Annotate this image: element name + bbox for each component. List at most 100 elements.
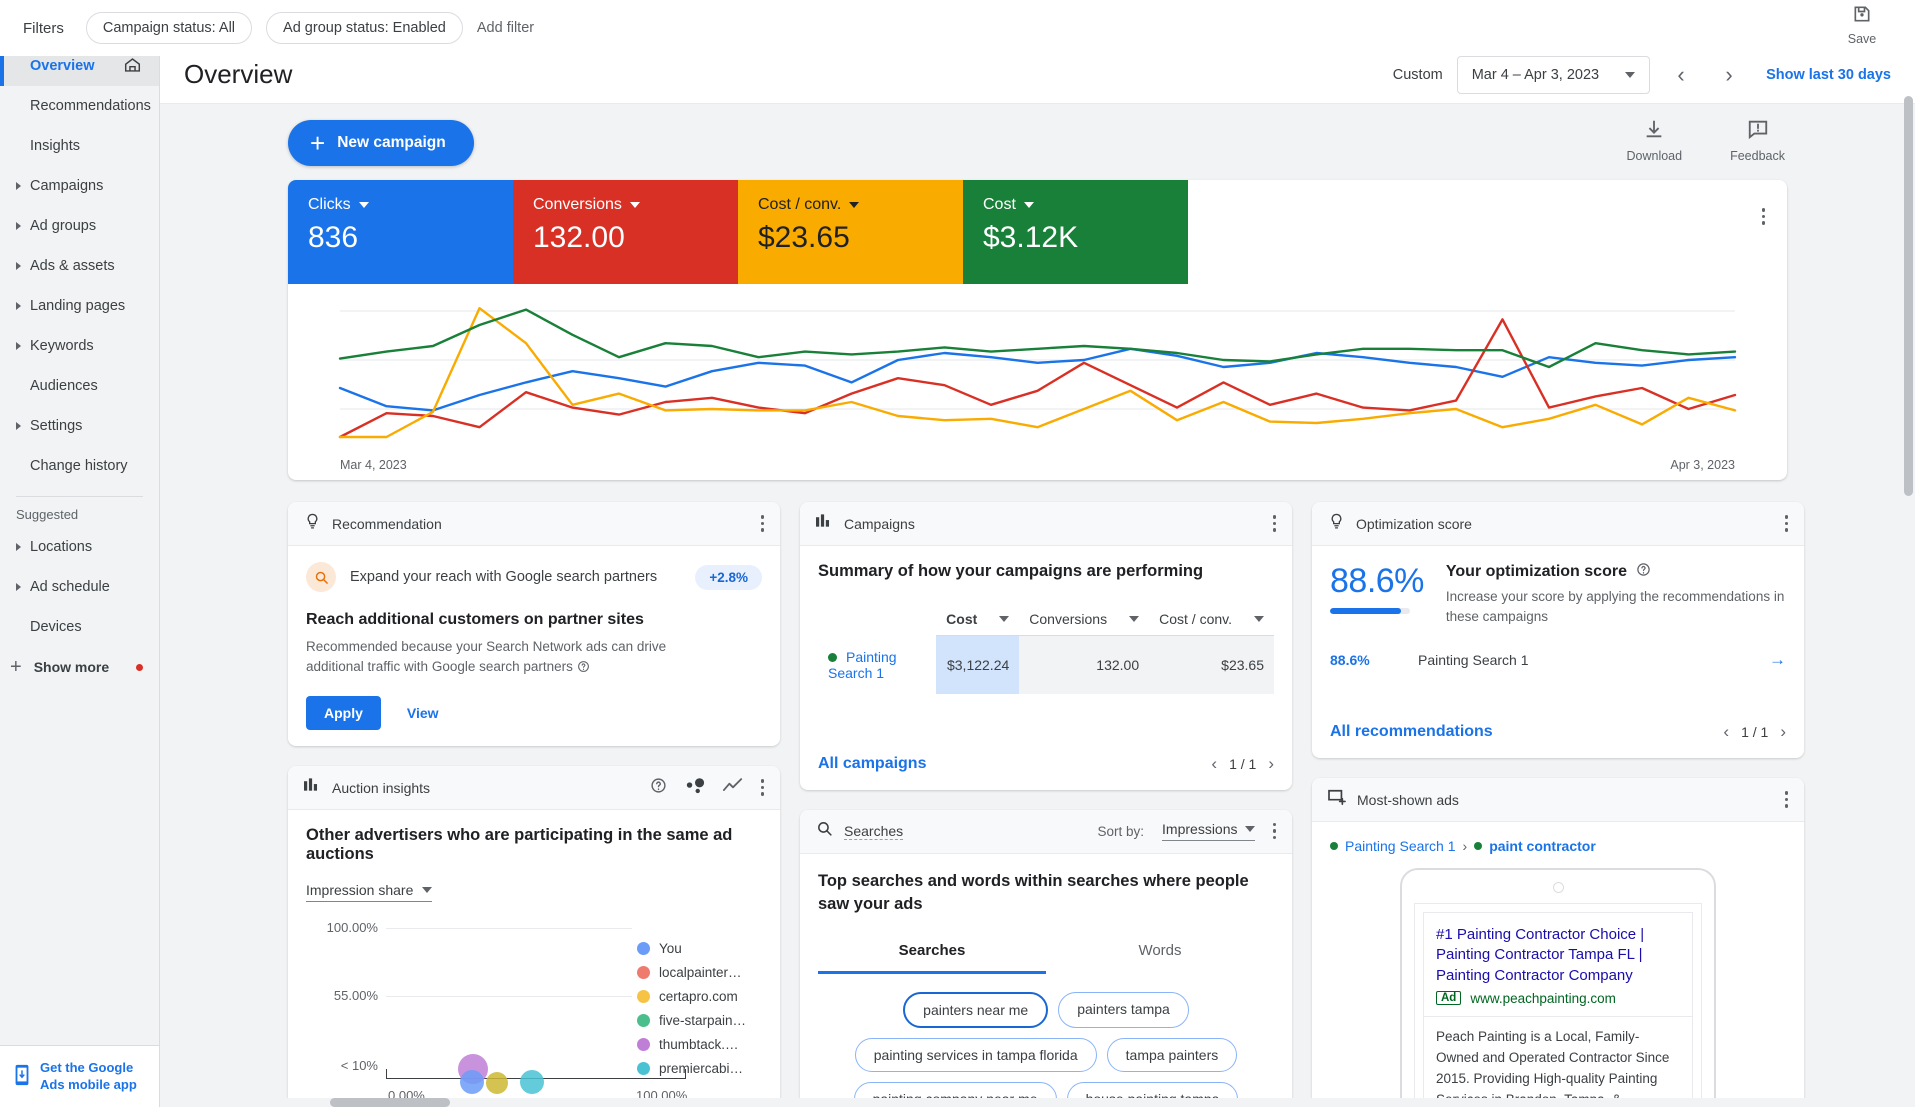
sidebar-item-label: Settings <box>30 418 83 434</box>
scorecard-conversions[interactable]: Conversions 132.00 <box>513 180 738 284</box>
campaigns-col-cost-conv-[interactable]: Cost / conv. <box>1149 605 1274 636</box>
ad-display-url: www.peachpainting.com <box>1470 990 1616 1006</box>
next-period-button[interactable]: › <box>1712 58 1746 92</box>
save-label: Save <box>1847 32 1877 46</box>
campaigns-col-cost[interactable]: Cost <box>936 605 1020 636</box>
previous-period-button[interactable]: ‹ <box>1664 58 1698 92</box>
scorecard-metric-select[interactable]: Cost <box>983 196 1168 214</box>
sidebar-item-landing-pages[interactable]: Landing pages <box>0 286 159 326</box>
sidebar-item-change-history[interactable]: Change history <box>0 446 159 486</box>
scorecard-overflow-menu[interactable] <box>1761 208 1765 225</box>
sidebar-item-campaigns[interactable]: Campaigns <box>0 166 159 206</box>
sidebar-item-insights[interactable]: Insights <box>0 126 159 166</box>
all-campaigns-link[interactable]: All campaigns <box>818 755 926 773</box>
line-chart-view-icon[interactable] <box>722 777 743 799</box>
optimization-item[interactable]: 88.6% Painting Search 1 → <box>1330 650 1786 670</box>
auction-insights-metric-value: Impression share <box>306 882 414 899</box>
filter-chip-campaign-status[interactable]: Campaign status: All <box>85 12 253 44</box>
new-campaign-button[interactable]: + New campaign <box>288 120 474 166</box>
prev-page-icon[interactable]: ‹ <box>1211 754 1217 774</box>
sidebar-show-more[interactable]: + Show more <box>0 647 159 687</box>
optimization-card-actions <box>1784 515 1788 532</box>
tab-searches[interactable]: Searches <box>818 942 1046 974</box>
search-term-pill[interactable]: painters tampa <box>1058 991 1189 1028</box>
scorecard-metric-select[interactable]: Conversions <box>533 196 718 214</box>
sidebar-item-keywords[interactable]: Keywords <box>0 326 159 366</box>
search-term-pill[interactable]: painters near me <box>903 991 1049 1028</box>
feedback-button[interactable]: Feedback <box>1730 118 1785 163</box>
sidebar-item-ad-groups[interactable]: Ad groups <box>0 206 159 246</box>
sort-by-select[interactable]: Impressions <box>1162 821 1255 841</box>
campaigns-overflow-menu[interactable] <box>1272 515 1276 532</box>
scorecard-clicks[interactable]: Clicks 836 <box>288 180 513 284</box>
campaign-name-cell[interactable]: Painting Search 1 <box>818 636 936 694</box>
horizontal-scrollbar[interactable] <box>160 1098 1915 1107</box>
date-range-select[interactable]: Mar 4 – Apr 3, 2023 <box>1456 55 1651 94</box>
help-icon[interactable] <box>1636 562 1651 582</box>
arrow-right-icon[interactable]: → <box>1769 650 1786 670</box>
optimization-overflow-menu[interactable] <box>1784 515 1788 532</box>
scorecard-cost-conv-[interactable]: Cost / conv. $23.65 <box>738 180 963 284</box>
scorecard-metric-select[interactable]: Cost / conv. <box>758 196 943 214</box>
breadcrumb-adgroup[interactable]: paint contractor <box>1489 838 1596 854</box>
optimization-item-name: Painting Search 1 <box>1418 652 1529 669</box>
mobile-app-label: Get the Google Ads mobile app <box>40 1060 137 1092</box>
vertical-scrollbar[interactable] <box>1904 96 1913 496</box>
auction-insights-overflow-menu[interactable] <box>760 779 764 796</box>
view-button[interactable]: View <box>407 705 439 721</box>
expand-caret-icon <box>16 182 21 190</box>
sidebar-item-settings[interactable]: Settings <box>0 406 159 446</box>
auction-insights-metric-select[interactable]: Impression share <box>306 882 433 903</box>
sort-caret-icon <box>999 616 1010 622</box>
recommendation-overflow-menu[interactable] <box>760 515 764 532</box>
sidebar-item-devices[interactable]: Devices <box>0 607 159 647</box>
campaigns-col-conversions[interactable]: Conversions <box>1019 605 1150 636</box>
expand-caret-icon <box>16 262 21 270</box>
breadcrumb-campaign[interactable]: Painting Search 1 <box>1345 838 1456 854</box>
save-button[interactable]: Save <box>1831 4 1893 46</box>
auction-bubble[interactable] <box>486 1072 508 1095</box>
add-filter-button[interactable]: Add filter <box>477 20 534 36</box>
campaigns-page-indicator: 1 / 1 <box>1229 755 1257 772</box>
recommendation-actions: Apply View <box>306 696 762 731</box>
filter-chip-adgroup-status[interactable]: Ad group status: Enabled <box>266 12 463 44</box>
sidebar-item-recommendations[interactable]: Recommendations <box>0 86 159 126</box>
legend-color-dot <box>637 1037 650 1051</box>
auction-bubble[interactable] <box>520 1070 544 1095</box>
all-recommendations-link[interactable]: All recommendations <box>1330 723 1493 741</box>
scorecard-cost[interactable]: Cost $3.12K <box>963 180 1188 284</box>
optimization-card-footer: All recommendations ‹ 1 / 1 › <box>1312 708 1804 758</box>
mobile-app-promo[interactable]: Get the Google Ads mobile app <box>0 1045 159 1107</box>
search-term-pill[interactable]: tampa painters <box>1106 1037 1238 1072</box>
bubble-chart-view-icon[interactable] <box>685 777 705 799</box>
most-shown-ads-card-title: Most-shown ads <box>1357 791 1459 808</box>
table-row[interactable]: Painting Search 1 $3,122.24 132.00 $23.6… <box>818 635 1274 694</box>
prev-page-icon[interactable]: ‹ <box>1723 722 1729 742</box>
sidebar-item-ad-schedule[interactable]: Ad schedule <box>0 567 159 607</box>
next-page-icon[interactable]: › <box>1780 722 1786 742</box>
sidebar-item-locations[interactable]: Locations <box>0 527 159 567</box>
sidebar-divider <box>16 496 143 497</box>
help-icon[interactable] <box>650 777 667 799</box>
legend-color-dot <box>637 941 650 955</box>
show-last-30-days-link[interactable]: Show last 30 days <box>1766 67 1891 83</box>
scorecard-metric-label: Cost <box>983 196 1016 213</box>
sidebar-item-audiences[interactable]: Audiences <box>0 366 159 406</box>
sidebar-item-ads-assets[interactable]: Ads & assets <box>0 246 159 286</box>
ad-headline[interactable]: #1 Painting Contractor Choice | Painting… <box>1436 925 1680 986</box>
searches-overflow-menu[interactable] <box>1272 822 1276 840</box>
scorecard-metric-select[interactable]: Clicks <box>308 196 493 214</box>
tab-words[interactable]: Words <box>1046 942 1274 974</box>
next-page-icon[interactable]: › <box>1268 754 1274 774</box>
optimization-pager: ‹ 1 / 1 › <box>1723 722 1786 742</box>
status-dot-icon <box>1330 842 1338 851</box>
chevron-down-icon <box>629 202 640 208</box>
most-shown-ads-overflow-menu[interactable] <box>1784 791 1788 808</box>
apply-button[interactable]: Apply <box>306 696 381 731</box>
search-term-pill[interactable]: painting services in tampa florida <box>854 1037 1097 1072</box>
help-icon[interactable] <box>577 659 590 674</box>
download-button[interactable]: Download <box>1627 118 1682 163</box>
auction-bubble[interactable] <box>460 1070 484 1095</box>
sidebar-item-label: Keywords <box>30 338 94 354</box>
legend-color-dot <box>637 989 650 1003</box>
